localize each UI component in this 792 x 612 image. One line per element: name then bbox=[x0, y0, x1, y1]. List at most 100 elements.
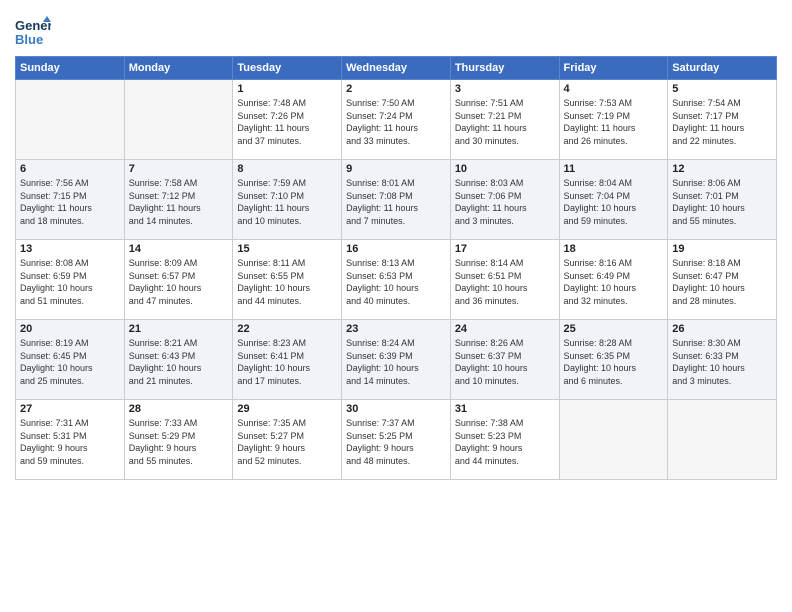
day-number: 9 bbox=[346, 163, 446, 175]
day-info: Sunrise: 8:03 AM Sunset: 7:06 PM Dayligh… bbox=[455, 177, 555, 227]
day-info: Sunrise: 8:01 AM Sunset: 7:08 PM Dayligh… bbox=[346, 177, 446, 227]
day-number: 5 bbox=[672, 83, 772, 95]
calendar-table: SundayMondayTuesdayWednesdayThursdayFrid… bbox=[15, 56, 777, 480]
day-number: 22 bbox=[237, 323, 337, 335]
week-row-4: 20 Sunrise: 8:19 AM Sunset: 6:45 PM Dayli… bbox=[16, 320, 777, 400]
logo: General Blue bbox=[15, 14, 55, 50]
day-cell bbox=[124, 80, 233, 160]
day-cell: 9 Sunrise: 8:01 AM Sunset: 7:08 PM Daylig… bbox=[342, 160, 451, 240]
day-info: Sunrise: 8:19 AM Sunset: 6:45 PM Dayligh… bbox=[20, 337, 120, 387]
day-info: Sunrise: 8:21 AM Sunset: 6:43 PM Dayligh… bbox=[129, 337, 229, 387]
week-row-3: 13 Sunrise: 8:08 AM Sunset: 6:59 PM Dayli… bbox=[16, 240, 777, 320]
day-number: 17 bbox=[455, 243, 555, 255]
day-info: Sunrise: 7:31 AM Sunset: 5:31 PM Dayligh… bbox=[20, 417, 120, 467]
day-info: Sunrise: 8:08 AM Sunset: 6:59 PM Dayligh… bbox=[20, 257, 120, 307]
header-cell-tuesday: Tuesday bbox=[233, 57, 342, 80]
day-cell: 5 Sunrise: 7:54 AM Sunset: 7:17 PM Daylig… bbox=[668, 80, 777, 160]
day-number: 16 bbox=[346, 243, 446, 255]
header: General Blue bbox=[15, 10, 777, 50]
week-row-2: 6 Sunrise: 7:56 AM Sunset: 7:15 PM Daylig… bbox=[16, 160, 777, 240]
day-number: 12 bbox=[672, 163, 772, 175]
day-number: 4 bbox=[564, 83, 664, 95]
day-number: 27 bbox=[20, 403, 120, 415]
day-info: Sunrise: 8:09 AM Sunset: 6:57 PM Dayligh… bbox=[129, 257, 229, 307]
day-number: 21 bbox=[129, 323, 229, 335]
header-cell-friday: Friday bbox=[559, 57, 668, 80]
day-info: Sunrise: 8:13 AM Sunset: 6:53 PM Dayligh… bbox=[346, 257, 446, 307]
day-cell bbox=[16, 80, 125, 160]
day-info: Sunrise: 8:16 AM Sunset: 6:49 PM Dayligh… bbox=[564, 257, 664, 307]
day-number: 8 bbox=[237, 163, 337, 175]
day-info: Sunrise: 8:06 AM Sunset: 7:01 PM Dayligh… bbox=[672, 177, 772, 227]
header-cell-wednesday: Wednesday bbox=[342, 57, 451, 80]
day-cell: 16 Sunrise: 8:13 AM Sunset: 6:53 PM Dayli… bbox=[342, 240, 451, 320]
day-number: 7 bbox=[129, 163, 229, 175]
header-cell-monday: Monday bbox=[124, 57, 233, 80]
day-cell: 30 Sunrise: 7:37 AM Sunset: 5:25 PM Dayli… bbox=[342, 400, 451, 480]
day-number: 2 bbox=[346, 83, 446, 95]
day-cell bbox=[559, 400, 668, 480]
day-info: Sunrise: 8:23 AM Sunset: 6:41 PM Dayligh… bbox=[237, 337, 337, 387]
day-number: 28 bbox=[129, 403, 229, 415]
day-info: Sunrise: 8:30 AM Sunset: 6:33 PM Dayligh… bbox=[672, 337, 772, 387]
day-cell: 18 Sunrise: 8:16 AM Sunset: 6:49 PM Dayli… bbox=[559, 240, 668, 320]
day-cell: 29 Sunrise: 7:35 AM Sunset: 5:27 PM Dayli… bbox=[233, 400, 342, 480]
day-number: 1 bbox=[237, 83, 337, 95]
day-info: Sunrise: 7:56 AM Sunset: 7:15 PM Dayligh… bbox=[20, 177, 120, 227]
day-info: Sunrise: 7:58 AM Sunset: 7:12 PM Dayligh… bbox=[129, 177, 229, 227]
day-cell: 26Sunrise: 8:30 AM Sunset: 6:33 PM Dayli… bbox=[668, 320, 777, 400]
day-cell: 1 Sunrise: 7:48 AM Sunset: 7:26 PM Daylig… bbox=[233, 80, 342, 160]
day-number: 23 bbox=[346, 323, 446, 335]
day-cell: 7 Sunrise: 7:58 AM Sunset: 7:12 PM Daylig… bbox=[124, 160, 233, 240]
day-cell: 2 Sunrise: 7:50 AM Sunset: 7:24 PM Daylig… bbox=[342, 80, 451, 160]
day-number: 3 bbox=[455, 83, 555, 95]
day-number: 31 bbox=[455, 403, 555, 415]
day-number: 13 bbox=[20, 243, 120, 255]
day-number: 30 bbox=[346, 403, 446, 415]
day-number: 20 bbox=[20, 323, 120, 335]
day-info: Sunrise: 7:37 AM Sunset: 5:25 PM Dayligh… bbox=[346, 417, 446, 467]
day-cell: 23 Sunrise: 8:24 AM Sunset: 6:39 PM Dayli… bbox=[342, 320, 451, 400]
day-number: 18 bbox=[564, 243, 664, 255]
day-cell: 31 Sunrise: 7:38 AM Sunset: 5:23 PM Dayli… bbox=[450, 400, 559, 480]
day-info: Sunrise: 8:26 AM Sunset: 6:37 PM Dayligh… bbox=[455, 337, 555, 387]
header-cell-thursday: Thursday bbox=[450, 57, 559, 80]
header-cell-saturday: Saturday bbox=[668, 57, 777, 80]
day-info: Sunrise: 7:59 AM Sunset: 7:10 PM Dayligh… bbox=[237, 177, 337, 227]
svg-text:Blue: Blue bbox=[15, 32, 43, 47]
calendar-body: 1 Sunrise: 7:48 AM Sunset: 7:26 PM Daylig… bbox=[16, 80, 777, 480]
day-cell: 12 Sunrise: 8:06 AM Sunset: 7:01 PM Dayli… bbox=[668, 160, 777, 240]
day-number: 14 bbox=[129, 243, 229, 255]
day-cell: 28Sunrise: 7:33 AM Sunset: 5:29 PM Dayli… bbox=[124, 400, 233, 480]
header-cell-sunday: Sunday bbox=[16, 57, 125, 80]
week-row-5: 27 Sunrise: 7:31 AM Sunset: 5:31 PM Dayli… bbox=[16, 400, 777, 480]
day-info: Sunrise: 8:28 AM Sunset: 6:35 PM Dayligh… bbox=[564, 337, 664, 387]
day-cell: 11Sunrise: 8:04 AM Sunset: 7:04 PM Dayli… bbox=[559, 160, 668, 240]
day-info: Sunrise: 7:38 AM Sunset: 5:23 PM Dayligh… bbox=[455, 417, 555, 467]
day-cell: 19Sunrise: 8:18 AM Sunset: 6:47 PM Dayli… bbox=[668, 240, 777, 320]
day-number: 6 bbox=[20, 163, 120, 175]
day-cell: 27 Sunrise: 7:31 AM Sunset: 5:31 PM Dayli… bbox=[16, 400, 125, 480]
day-cell: 21 Sunrise: 8:21 AM Sunset: 6:43 PM Dayli… bbox=[124, 320, 233, 400]
day-cell: 13 Sunrise: 8:08 AM Sunset: 6:59 PM Dayli… bbox=[16, 240, 125, 320]
day-info: Sunrise: 8:24 AM Sunset: 6:39 PM Dayligh… bbox=[346, 337, 446, 387]
day-info: Sunrise: 7:51 AM Sunset: 7:21 PM Dayligh… bbox=[455, 97, 555, 147]
day-info: Sunrise: 7:50 AM Sunset: 7:24 PM Dayligh… bbox=[346, 97, 446, 147]
day-info: Sunrise: 7:53 AM Sunset: 7:19 PM Dayligh… bbox=[564, 97, 664, 147]
day-info: Sunrise: 8:18 AM Sunset: 6:47 PM Dayligh… bbox=[672, 257, 772, 307]
day-cell: 22 Sunrise: 8:23 AM Sunset: 6:41 PM Dayli… bbox=[233, 320, 342, 400]
week-row-1: 1 Sunrise: 7:48 AM Sunset: 7:26 PM Daylig… bbox=[16, 80, 777, 160]
day-info: Sunrise: 8:11 AM Sunset: 6:55 PM Dayligh… bbox=[237, 257, 337, 307]
day-cell: 8 Sunrise: 7:59 AM Sunset: 7:10 PM Daylig… bbox=[233, 160, 342, 240]
day-cell: 3 Sunrise: 7:51 AM Sunset: 7:21 PM Daylig… bbox=[450, 80, 559, 160]
day-number: 29 bbox=[237, 403, 337, 415]
day-number: 11 bbox=[564, 163, 664, 175]
day-cell: 4 Sunrise: 7:53 AM Sunset: 7:19 PM Daylig… bbox=[559, 80, 668, 160]
day-cell: 10 Sunrise: 8:03 AM Sunset: 7:06 PM Dayli… bbox=[450, 160, 559, 240]
day-info: Sunrise: 7:48 AM Sunset: 7:26 PM Dayligh… bbox=[237, 97, 337, 147]
day-number: 10 bbox=[455, 163, 555, 175]
logo-icon: General Blue bbox=[15, 14, 51, 50]
day-info: Sunrise: 7:54 AM Sunset: 7:17 PM Dayligh… bbox=[672, 97, 772, 147]
day-info: Sunrise: 7:35 AM Sunset: 5:27 PM Dayligh… bbox=[237, 417, 337, 467]
calendar-header-row: SundayMondayTuesdayWednesdayThursdayFrid… bbox=[16, 57, 777, 80]
